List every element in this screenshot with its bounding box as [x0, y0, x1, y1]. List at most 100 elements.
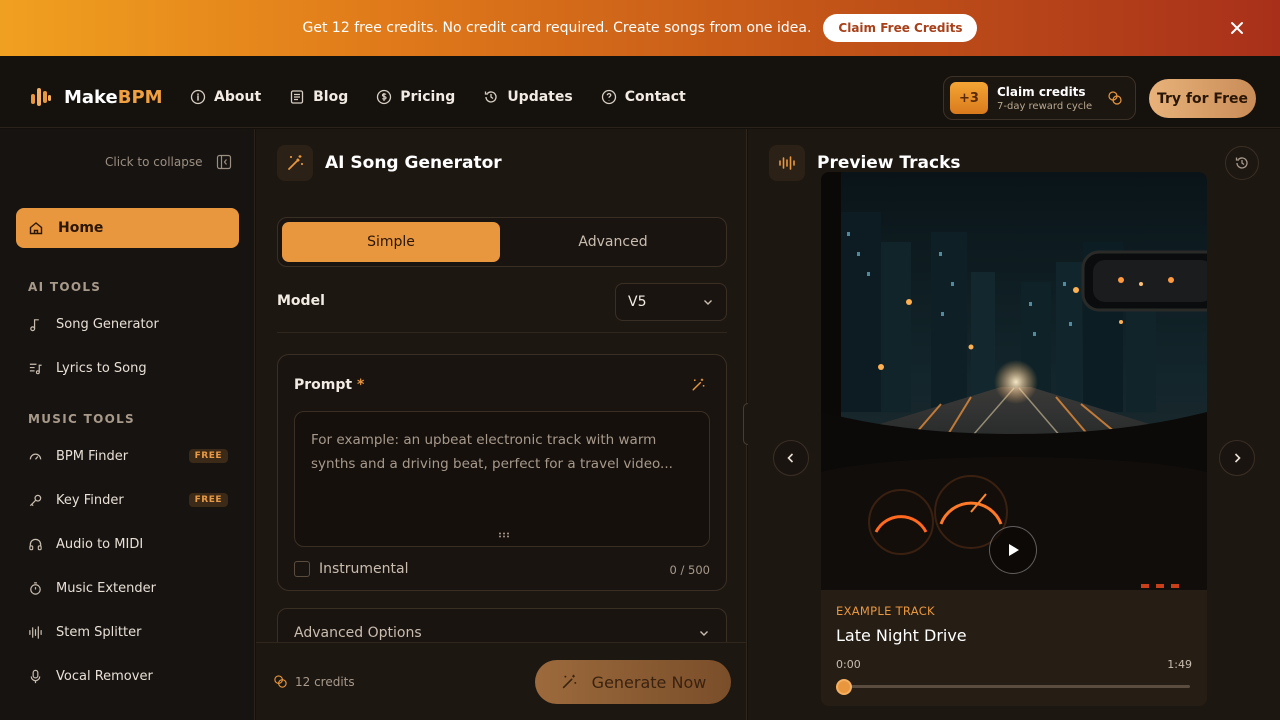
claim-credits-title: Claim credits [997, 84, 1086, 99]
character-counter: 0 / 500 [669, 563, 710, 577]
collapse-sidebar-button[interactable]: Click to collapse [105, 154, 232, 170]
tab-advanced[interactable]: Advanced [504, 222, 722, 262]
resize-grip-icon[interactable] [498, 532, 510, 538]
credits-display: 12 credits [273, 674, 355, 689]
coins-icon [1107, 90, 1123, 106]
nav-pricing[interactable]: Pricing [376, 89, 455, 105]
credit-bonus-badge: +3 [950, 82, 988, 114]
sidebar-item-key-finder[interactable]: Key Finder FREE [28, 488, 228, 512]
play-button[interactable] [989, 526, 1037, 574]
instrumental-label: Instrumental [319, 561, 409, 577]
gauge-icon [28, 449, 43, 464]
sidebar-item-label: BPM Finder [56, 448, 129, 464]
track-info: EXAMPLE TRACK Late Night Drive 0:00 1:49 [821, 590, 1207, 706]
nav-updates[interactable]: Updates [483, 89, 573, 105]
model-select-value: V5 [628, 294, 647, 310]
nav-blog-label: Blog [313, 89, 349, 105]
sidebar-item-label: Song Generator [56, 316, 159, 332]
home-icon [28, 220, 44, 236]
sidebar-item-label: Stem Splitter [56, 624, 142, 640]
music-note-icon [28, 317, 43, 332]
lyrics-icon [28, 361, 43, 376]
prompt-input[interactable]: For example: an upbeat electronic track … [294, 411, 710, 547]
chevron-down-icon [702, 296, 714, 308]
model-label: Model [277, 293, 325, 309]
instrumental-checkbox[interactable] [294, 561, 310, 577]
close-icon[interactable] [1228, 19, 1246, 37]
credits-label: 12 credits [295, 674, 355, 689]
sidebar: Click to collapse Home AI TOOLS Song Gen… [0, 129, 255, 720]
logo-text: MakeBPM [64, 86, 163, 108]
banner-text: Get 12 free credits. No credit card requ… [302, 20, 812, 36]
logo-icon [30, 86, 52, 108]
mode-toggle: Simple Advanced [277, 217, 727, 267]
coins-icon [273, 674, 288, 689]
preview-title: Preview Tracks [817, 153, 961, 173]
sidebar-item-label: Audio to MIDI [56, 536, 144, 552]
sidebar-item-home-label: Home [58, 220, 104, 236]
track-card: EXAMPLE TRACK Late Night Drive 0:00 1:49 [821, 172, 1207, 706]
next-track-button[interactable] [1219, 440, 1255, 476]
prompt-card: Prompt * For example: an upbeat electron… [277, 354, 727, 591]
sidebar-item-audio-to-midi[interactable]: Audio to MIDI [28, 532, 228, 556]
headphones-icon [28, 537, 43, 552]
chevron-right-icon [1230, 451, 1244, 465]
sidebar-item-label: Vocal Remover [56, 668, 153, 684]
instrumental-toggle[interactable]: Instrumental [294, 561, 409, 577]
divider [277, 332, 727, 333]
sidebar-item-label: Lyrics to Song [56, 360, 147, 376]
example-track-label: EXAMPLE TRACK [836, 604, 935, 618]
sidebar-item-vocal-remover[interactable]: Vocal Remover [28, 664, 228, 688]
newspaper-icon [289, 89, 305, 105]
claim-credits-widget[interactable]: +3 Claim credits 7-day reward cycle [943, 76, 1136, 120]
history-icon [1234, 155, 1250, 171]
sidebar-item-home[interactable]: Home [16, 208, 239, 248]
prompt-placeholder: For example: an upbeat electronic track … [311, 432, 673, 472]
try-for-free-button[interactable]: Try for Free [1149, 79, 1256, 118]
history-icon [483, 89, 499, 105]
promo-banner: Get 12 free credits. No credit card requ… [0, 0, 1280, 56]
sidebar-item-stem-splitter[interactable]: Stem Splitter [28, 620, 228, 644]
time-total: 1:49 [1167, 658, 1192, 671]
generate-now-button[interactable]: Generate Now [535, 660, 731, 704]
logo[interactable]: MakeBPM [30, 86, 163, 108]
sidebar-item-label: Music Extender [56, 580, 156, 596]
sidebar-item-bpm-finder[interactable]: BPM Finder FREE [28, 444, 228, 468]
nav-about[interactable]: About [190, 89, 261, 105]
nav-contact-label: Contact [624, 89, 686, 105]
free-badge: FREE [188, 493, 228, 507]
free-badge: FREE [188, 449, 228, 463]
key-icon [28, 493, 43, 508]
magic-wand-icon [277, 145, 313, 181]
audio-wave-icon [769, 145, 805, 181]
generator-footer: 12 credits Generate Now [256, 642, 746, 720]
generate-now-label: Generate Now [591, 672, 707, 692]
chevron-left-icon [784, 451, 798, 465]
sidebar-item-song-generator[interactable]: Song Generator [28, 312, 228, 336]
progress-bar[interactable] [843, 685, 1190, 688]
tab-simple[interactable]: Simple [282, 222, 500, 262]
audio-bars-icon [28, 625, 43, 640]
generator-title: AI Song Generator [325, 153, 502, 173]
claim-credits-subtitle: 7-day reward cycle [997, 100, 1093, 112]
nav-contact[interactable]: Contact [601, 89, 686, 105]
magic-wand-icon [560, 673, 578, 691]
info-icon [190, 89, 206, 105]
sidebar-item-music-extender[interactable]: Music Extender [28, 576, 228, 600]
track-title: Late Night Drive [836, 626, 967, 645]
progress-knob[interactable] [836, 679, 852, 695]
preview-panel: Preview Tracks EXAMPLE TRACK Late Night … [748, 129, 1280, 720]
nav-pricing-label: Pricing [400, 89, 456, 105]
model-select[interactable]: V5 [615, 283, 727, 321]
dollar-icon [376, 89, 392, 105]
nav-blog[interactable]: Blog [289, 89, 348, 105]
history-button[interactable] [1225, 146, 1259, 180]
song-generator-panel: AI Song Generator Simple Advanced Model … [256, 129, 747, 720]
collapse-label: Click to collapse [105, 155, 203, 169]
timer-icon [28, 581, 43, 596]
previous-track-button[interactable] [773, 440, 809, 476]
time-elapsed: 0:00 [836, 658, 861, 671]
claim-free-credits-button[interactable]: Claim Free Credits [823, 14, 978, 42]
sidebar-item-lyrics-to-song[interactable]: Lyrics to Song [28, 356, 228, 380]
magic-wand-icon[interactable] [690, 377, 706, 393]
